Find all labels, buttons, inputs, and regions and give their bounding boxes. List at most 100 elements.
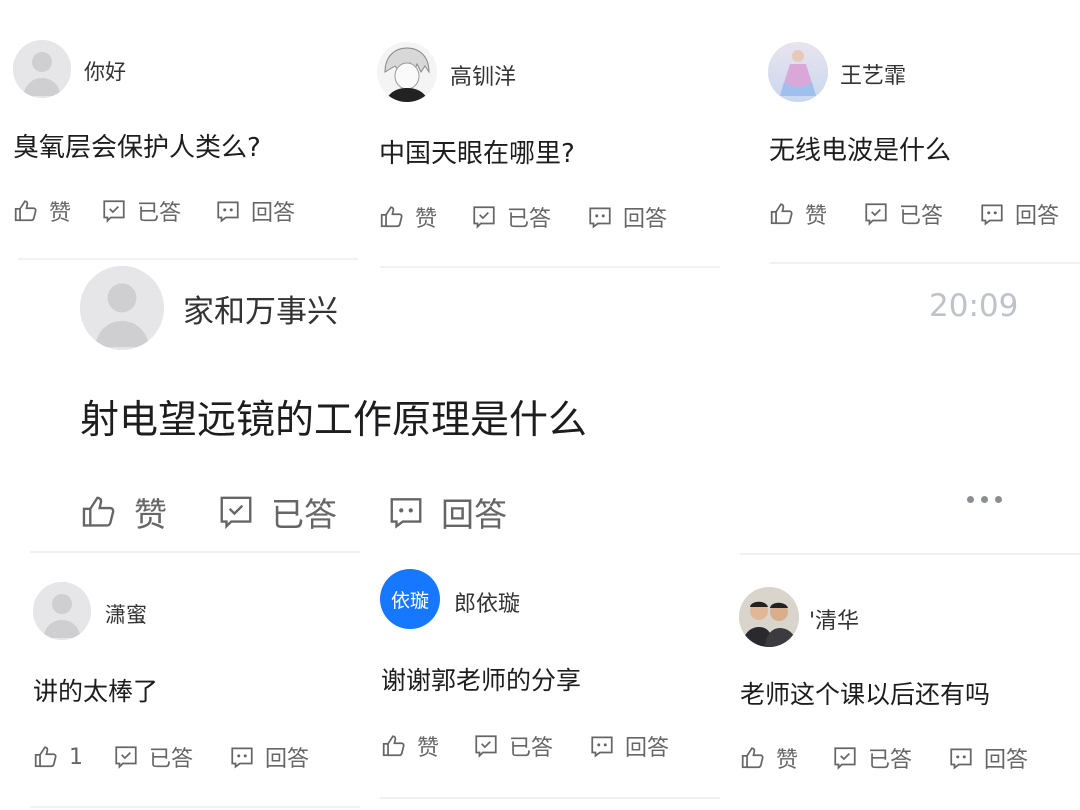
divider [740, 553, 1080, 555]
action-bar: 1 已答 回答 [33, 741, 309, 773]
answered-label: 已答 [868, 748, 913, 773]
reply-label: 回答 [265, 747, 310, 772]
like-button[interactable]: 赞 [379, 201, 437, 233]
avatar-text: 依璇 [390, 589, 429, 612]
answered-button[interactable]: 已答 [101, 195, 181, 227]
user-name[interactable]: 郎依璇 [454, 586, 520, 618]
question-text[interactable]: 臭氧层会保护人类么? [13, 127, 261, 164]
reply-label: 回答 [251, 201, 296, 226]
like-label: 赞 [776, 748, 799, 773]
user-avatar[interactable]: 依璇 [380, 569, 440, 629]
like-label: 赞 [49, 201, 72, 226]
reply-label: 回答 [984, 748, 1029, 773]
like-label: 赞 [134, 495, 167, 534]
like-button[interactable]: 赞 [381, 730, 439, 762]
two-people-photo-icon [739, 587, 799, 647]
avatar-placeholder-icon [80, 266, 164, 350]
thumbs-up-icon [741, 747, 764, 769]
like-button[interactable]: 赞 [769, 198, 827, 230]
reply-button[interactable]: 回答 [948, 742, 1028, 774]
user-avatar[interactable] [768, 42, 828, 102]
answered-button[interactable]: 已答 [863, 198, 943, 230]
reply-button[interactable]: 回答 [589, 730, 669, 762]
reply-label: 回答 [441, 495, 507, 534]
user-avatar[interactable] [739, 587, 799, 647]
like-button[interactable]: 赞 [80, 488, 167, 536]
divider [30, 806, 360, 808]
user-avatar[interactable] [13, 40, 71, 98]
answered-button[interactable]: 已答 [217, 488, 337, 536]
user-avatar[interactable] [33, 582, 91, 640]
like-button[interactable]: 赞 [13, 195, 71, 227]
thumbs-up-icon [380, 206, 403, 228]
thumbs-up-icon [34, 746, 57, 768]
thumbs-up-icon [14, 200, 37, 222]
comment-icon [217, 201, 239, 223]
user-name[interactable]: 潇蜜 [105, 599, 147, 629]
answered-button[interactable]: 已答 [471, 201, 551, 233]
check-box-icon [473, 206, 495, 229]
answered-label: 已答 [149, 747, 194, 772]
comment-icon [950, 748, 972, 770]
divider [770, 262, 1080, 264]
question-text[interactable]: 无线电波是什么 [769, 130, 951, 167]
comment-text[interactable]: 老师这个课以后还有吗 [740, 675, 990, 711]
user-name[interactable]: 家和万事兴 [183, 286, 338, 331]
comment-text[interactable]: 讲的太棒了 [33, 672, 158, 708]
comment-icon [231, 747, 253, 769]
like-count: 1 [69, 744, 83, 770]
answered-label: 已答 [271, 495, 337, 534]
user-avatar[interactable] [80, 266, 164, 350]
comment-icon [591, 736, 613, 758]
check-box-icon [103, 200, 125, 223]
action-bar: 赞 已答 回答 [381, 730, 669, 762]
comment-text[interactable]: 谢谢郭老师的分享 [381, 661, 581, 697]
divider [380, 266, 720, 268]
thumbs-up-icon [382, 735, 405, 757]
user-name[interactable]: 高钏洋 [450, 59, 516, 91]
comment-icon [589, 207, 611, 229]
reply-button[interactable]: 回答 [979, 198, 1059, 230]
user-name[interactable]: 你好 [84, 56, 126, 86]
check-box-icon [220, 496, 252, 530]
comment-icon [390, 498, 422, 529]
thumbs-up-icon [770, 203, 793, 225]
action-bar: 赞 已答 回答 [80, 488, 507, 536]
answered-button[interactable]: 已答 [832, 742, 912, 774]
reply-button[interactable]: 回答 [215, 195, 295, 227]
comment-icon [981, 204, 1003, 226]
divider [18, 258, 358, 260]
reply-label: 回答 [1015, 204, 1060, 229]
check-box-icon [834, 747, 856, 770]
avatar-placeholder-icon [33, 582, 91, 640]
answered-label: 已答 [137, 201, 182, 226]
action-bar: 赞 已答 回答 [740, 742, 1028, 774]
more-dots-icon[interactable] [967, 496, 1002, 503]
answered-label: 已答 [899, 204, 944, 229]
like-button[interactable]: 赞 [740, 742, 798, 774]
reply-label: 回答 [625, 736, 670, 761]
user-name[interactable]: '清华 [809, 603, 859, 635]
divider [380, 797, 720, 799]
action-bar: 赞 已答 回答 [769, 198, 1059, 230]
user-avatar[interactable] [377, 42, 437, 102]
reply-label: 回答 [623, 207, 668, 232]
answered-button[interactable]: 已答 [113, 741, 193, 773]
like-label: 赞 [805, 204, 828, 229]
divider [30, 551, 360, 553]
user-name[interactable]: 王艺霏 [840, 58, 906, 90]
question-text[interactable]: 中国天眼在哪里? [379, 133, 575, 170]
answered-label: 已答 [507, 207, 552, 232]
reply-button[interactable]: 回答 [229, 741, 309, 773]
answered-button[interactable]: 已答 [473, 730, 553, 762]
reply-button[interactable]: 回答 [587, 201, 667, 233]
thumbs-up-icon [82, 496, 115, 527]
check-box-icon [475, 735, 497, 758]
dress-photo-icon [768, 42, 828, 102]
answered-label: 已答 [509, 736, 554, 761]
avatar-placeholder-icon [13, 40, 71, 98]
action-bar: 赞 已答 回答 [13, 195, 295, 227]
reply-button[interactable]: 回答 [387, 488, 507, 536]
like-button[interactable]: 1 [33, 744, 83, 770]
question-text[interactable]: 射电望远镜的工作原理是什么 [80, 389, 587, 445]
